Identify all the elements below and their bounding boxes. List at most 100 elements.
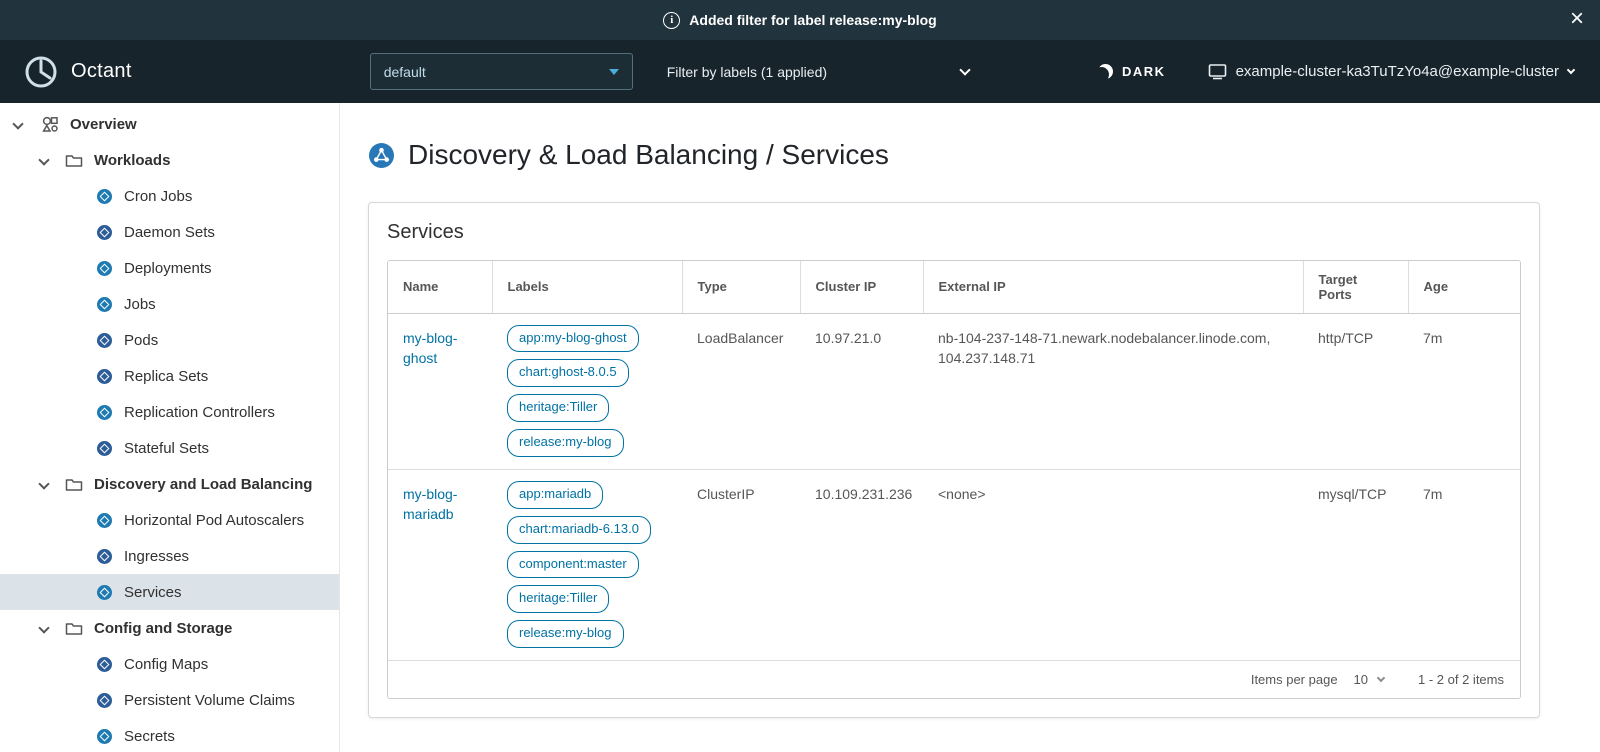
sidebar-group-config-and-storage[interactable]: Config and Storage xyxy=(0,610,339,646)
label-badge[interactable]: app:my-blog-ghost xyxy=(507,325,639,353)
services-table: Name Labels Type Cluster IP External IP … xyxy=(387,260,1521,699)
services-page-icon xyxy=(368,142,395,169)
config-maps-icon xyxy=(97,657,112,672)
column-header-cluster-ip: Cluster IP xyxy=(800,261,923,313)
cluster-context-selector[interactable]: example-cluster-ka3TuTzYo4a@example-clus… xyxy=(1208,62,1574,81)
persistent-volume-claims-icon xyxy=(97,693,112,708)
sidebar-item-stateful-sets[interactable]: Stateful Sets xyxy=(0,430,339,466)
column-header-labels: Labels xyxy=(492,261,682,313)
close-icon[interactable]: × xyxy=(1570,4,1584,34)
service-link[interactable]: my-blog-mariadb xyxy=(403,484,477,525)
label-badge[interactable]: component:master xyxy=(507,551,639,579)
stateful-sets-icon xyxy=(97,441,112,456)
cell-target-ports: mysql/TCP xyxy=(1303,469,1408,660)
services-card: Services Name Labels Type Cluster IP Ext… xyxy=(368,202,1540,718)
sidebar-item-secrets[interactable]: Secrets xyxy=(0,718,339,752)
sidebar-item-config-maps[interactable]: Config Maps xyxy=(0,646,339,682)
label-badge[interactable]: release:my-blog xyxy=(507,429,624,457)
cell-age: 7m xyxy=(1408,469,1520,660)
sidebar-item-cron-jobs[interactable]: Cron Jobs xyxy=(0,178,339,214)
app-title: Octant xyxy=(71,60,132,83)
pagination-range: 1 - 2 of 2 items xyxy=(1418,672,1504,687)
cell-cluster-ip: 10.109.231.236 xyxy=(800,469,923,660)
ingresses-icon xyxy=(97,549,112,564)
sidebar-item-services[interactable]: Services xyxy=(0,574,339,610)
folder-icon xyxy=(64,621,84,636)
notification-message: Added filter for label release:my-blog xyxy=(689,12,936,28)
pods-icon xyxy=(97,333,112,348)
jobs-icon xyxy=(97,297,112,312)
chevron-down-icon xyxy=(1567,65,1575,73)
label-filter-dropdown[interactable]: Filter by labels (1 applied) xyxy=(663,53,973,90)
items-per-page-label: Items per page xyxy=(1251,672,1338,687)
chevron-down-icon xyxy=(959,64,970,75)
service-link[interactable]: my-blog-ghost xyxy=(403,328,477,369)
label-badge[interactable]: release:my-blog xyxy=(507,620,624,648)
column-header-type: Type xyxy=(682,261,800,313)
horizontal-pod-autoscalers-icon xyxy=(97,513,112,528)
column-header-target-ports: Target Ports xyxy=(1303,261,1408,313)
sidebar-item-persistent-volume-claims[interactable]: Persistent Volume Claims xyxy=(0,682,339,718)
sidebar-item-pods[interactable]: Pods xyxy=(0,322,339,358)
main-content: Discovery & Load Balancing / Services Se… xyxy=(340,103,1600,752)
sidebar-group-discovery-and-load-balancing[interactable]: Discovery and Load Balancing xyxy=(0,466,339,502)
folder-icon xyxy=(64,477,84,492)
cell-cluster-ip: 10.97.21.0 xyxy=(800,313,923,469)
overview-icon xyxy=(40,115,60,133)
daemon-sets-icon xyxy=(97,225,112,240)
namespace-select[interactable]: default xyxy=(370,53,633,90)
cell-type: ClusterIP xyxy=(682,469,800,660)
sidebar-item-daemon-sets[interactable]: Daemon Sets xyxy=(0,214,339,250)
sidebar: Overview Workloads Cron Jobs Daemon Sets… xyxy=(0,103,340,752)
page-title: Discovery & Load Balancing / Services xyxy=(408,139,889,171)
cron-jobs-icon xyxy=(97,189,112,204)
replication-controllers-icon xyxy=(97,405,112,420)
sidebar-item-deployments[interactable]: Deployments xyxy=(0,250,339,286)
sidebar-group-label: Workloads xyxy=(94,152,170,169)
cell-type: LoadBalancer xyxy=(682,313,800,469)
sidebar-item-replica-sets[interactable]: Replica Sets xyxy=(0,358,339,394)
chevron-down-icon[interactable] xyxy=(38,622,49,633)
column-header-age: Age xyxy=(1408,261,1520,313)
cell-external-ip: nb-104-237-148-71.newark.nodebalancer.li… xyxy=(923,313,1303,469)
items-per-page-select[interactable]: 10 xyxy=(1354,672,1384,687)
caret-down-icon xyxy=(609,69,619,75)
theme-toggle-label: DARK xyxy=(1122,64,1166,79)
table-header-row: Name Labels Type Cluster IP External IP … xyxy=(388,261,1520,313)
sidebar-group-label: Config and Storage xyxy=(94,620,232,637)
namespace-value: default xyxy=(384,64,426,80)
cell-target-ports: http/TCP xyxy=(1303,313,1408,469)
chevron-down-icon xyxy=(1377,674,1385,682)
theme-toggle[interactable]: DARK xyxy=(1098,64,1166,79)
label-badge[interactable]: heritage:Tiller xyxy=(507,394,609,422)
chevron-down-icon[interactable] xyxy=(38,478,49,489)
items-per-page-value: 10 xyxy=(1354,672,1368,687)
column-header-name: Name xyxy=(388,261,492,313)
moon-icon xyxy=(1098,64,1113,79)
table-row: my-blog-ghost app:my-blog-ghost chart:gh… xyxy=(388,313,1520,469)
label-badge[interactable]: heritage:Tiller xyxy=(507,585,609,613)
sidebar-item-jobs[interactable]: Jobs xyxy=(0,286,339,322)
app-header: Octant default Filter by labels (1 appli… xyxy=(0,40,1600,103)
card-title: Services xyxy=(387,219,1521,260)
sidebar-item-horizontal-pod-autoscalers[interactable]: Horizontal Pod Autoscalers xyxy=(0,502,339,538)
cluster-icon xyxy=(1208,62,1227,81)
label-badge[interactable]: app:mariadb xyxy=(507,481,603,509)
sidebar-group-label: Discovery and Load Balancing xyxy=(94,476,312,493)
column-header-external-ip: External IP xyxy=(923,261,1303,313)
cluster-context-label: example-cluster-ka3TuTzYo4a@example-clus… xyxy=(1236,63,1559,80)
chevron-down-icon[interactable] xyxy=(12,118,23,129)
sidebar-item-label: Overview xyxy=(70,116,137,133)
octant-logo xyxy=(24,55,58,89)
sidebar-group-workloads[interactable]: Workloads xyxy=(0,142,339,178)
sidebar-item-ingresses[interactable]: Ingresses xyxy=(0,538,339,574)
sidebar-item-replication-controllers[interactable]: Replication Controllers xyxy=(0,394,339,430)
label-filter-text: Filter by labels (1 applied) xyxy=(667,64,827,80)
cell-age: 7m xyxy=(1408,313,1520,469)
sidebar-item-overview[interactable]: Overview xyxy=(0,106,339,142)
secrets-icon xyxy=(97,729,112,744)
label-badge[interactable]: chart:mariadb-6.13.0 xyxy=(507,516,651,544)
label-badge[interactable]: chart:ghost-8.0.5 xyxy=(507,359,629,387)
chevron-down-icon[interactable] xyxy=(38,154,49,165)
cell-external-ip: <none> xyxy=(923,469,1303,660)
